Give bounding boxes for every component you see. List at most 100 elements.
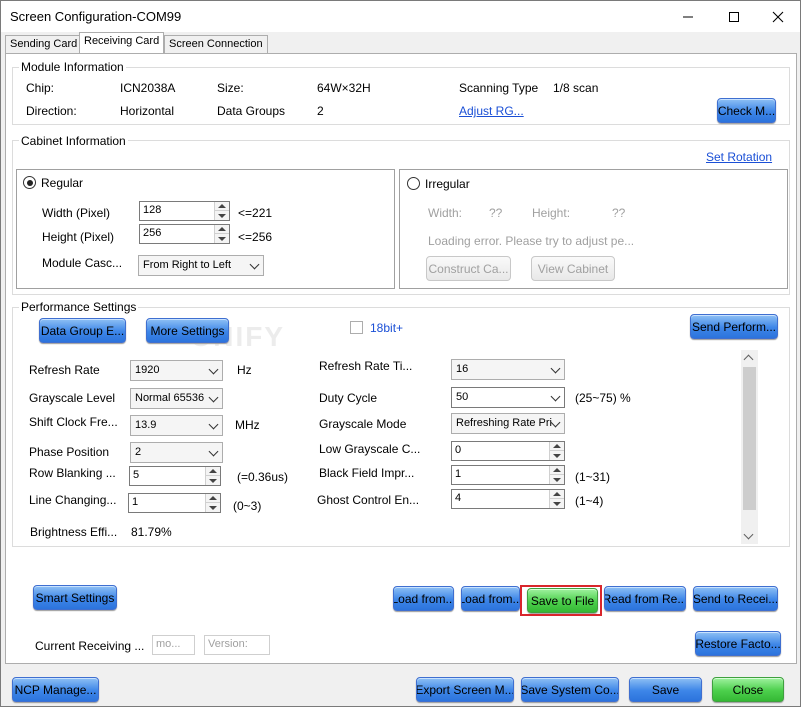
- title-bar: Screen Configuration-COM99: [1, 1, 800, 32]
- irregular-error-text: Loading error. Please try to adjust pe..…: [428, 234, 635, 248]
- ghost-control-label: Ghost Control En...: [317, 493, 420, 507]
- tab-receiving-card[interactable]: Receiving Card: [79, 32, 165, 53]
- chevron-down-icon: [550, 363, 561, 374]
- scroll-down-icon[interactable]: [743, 529, 754, 540]
- ghost-control-input[interactable]: 4: [451, 489, 565, 509]
- load-from-button-2[interactable]: Load from...: [461, 586, 520, 611]
- line-changing-spinner[interactable]: [205, 494, 220, 512]
- line-changing-note: (0~3): [233, 499, 262, 513]
- refresh-multiple-select[interactable]: 16: [451, 359, 565, 380]
- set-rotation-link[interactable]: Set Rotation: [706, 150, 772, 164]
- size-label: Size:: [217, 81, 244, 95]
- close-icon: [772, 11, 784, 22]
- ghost-control-spinner[interactable]: [549, 490, 564, 508]
- irregular-height-label: Height:: [532, 206, 571, 220]
- black-field-spinner[interactable]: [549, 466, 564, 484]
- data-group-button[interactable]: Data Group E...: [39, 318, 126, 343]
- regular-label: Regular: [41, 176, 84, 190]
- model-field[interactable]: mo...: [152, 635, 195, 655]
- row-blanking-input[interactable]: 5: [129, 466, 221, 486]
- scroll-up-icon[interactable]: [743, 354, 754, 365]
- black-field-note: (1~31): [575, 470, 611, 484]
- tab-screen-connection[interactable]: Screen Connection: [164, 35, 268, 53]
- adjust-rg-link[interactable]: Adjust RG...: [459, 104, 524, 118]
- module-info-title: Module Information: [19, 60, 126, 74]
- line-changing-input[interactable]: 1: [128, 493, 221, 513]
- save-button[interactable]: Save: [629, 677, 702, 702]
- view-cabinet-button[interactable]: View Cabinet: [531, 256, 615, 281]
- phase-position-label: Phase Position: [29, 445, 110, 459]
- width-pixel-input[interactable]: 128: [139, 201, 230, 221]
- tab-sending-card[interactable]: Sending Card: [5, 35, 83, 53]
- performance-title: Performance Settings: [19, 300, 139, 314]
- chevron-down-icon: [208, 419, 219, 430]
- low-grayscale-spinner[interactable]: [549, 442, 564, 460]
- height-spinner[interactable]: [214, 225, 229, 243]
- ncp-manage-button[interactable]: NCP Manage...: [12, 677, 99, 702]
- scanning-type-value: 1/8 scan: [553, 81, 599, 95]
- data-groups-value: 2: [317, 104, 324, 118]
- refresh-rate-unit: Hz: [237, 363, 252, 377]
- close-window-button[interactable]: [755, 1, 801, 32]
- low-grayscale-label: Low Grayscale C...: [319, 442, 421, 456]
- width-spinner[interactable]: [214, 202, 229, 220]
- low-grayscale-input[interactable]: 0: [451, 441, 565, 461]
- data-groups-label: Data Groups: [217, 104, 286, 118]
- version-field[interactable]: Version:: [204, 635, 270, 655]
- window-title: Screen Configuration-COM99: [10, 9, 182, 24]
- current-receiving-label: Current Receiving ...: [35, 639, 145, 653]
- black-field-input[interactable]: 1: [451, 465, 565, 485]
- line-changing-label: Line Changing...: [29, 493, 117, 507]
- read-from-receiving-button[interactable]: Read from Re...: [604, 586, 686, 611]
- smart-settings-button[interactable]: Smart Settings: [33, 585, 117, 610]
- duty-cycle-select[interactable]: 50: [451, 387, 565, 408]
- shift-clock-select[interactable]: 13.9: [130, 415, 223, 436]
- irregular-width-label: Width:: [428, 206, 463, 220]
- ghost-control-note: (1~4): [575, 494, 604, 508]
- restore-factory-button[interactable]: Restore Facto...: [695, 631, 781, 656]
- size-value: 64W×32H: [317, 81, 371, 95]
- send-to-receiving-button[interactable]: Send to Recei...: [693, 586, 778, 611]
- module-cascade-label: Module Casc...: [42, 256, 123, 270]
- row-blanking-note: (=0.36us): [237, 470, 289, 484]
- load-from-button-1[interactable]: Load from...: [393, 586, 454, 611]
- chevron-down-icon: [208, 392, 219, 403]
- chip-label: Chip:: [26, 81, 55, 95]
- refresh-rate-label: Refresh Rate: [29, 363, 100, 377]
- save-system-config-button[interactable]: Save System Co...: [521, 677, 619, 702]
- minimize-button[interactable]: [665, 1, 711, 32]
- more-settings-button[interactable]: More Settings: [146, 318, 229, 343]
- regular-radio[interactable]: [23, 176, 36, 189]
- height-max-label: <=256: [238, 230, 273, 244]
- irregular-radio[interactable]: [407, 177, 420, 190]
- export-screen-button[interactable]: Export Screen M...: [416, 677, 514, 702]
- row-blanking-label: Row Blanking ...: [29, 466, 116, 480]
- refresh-rate-select[interactable]: 1920: [130, 360, 223, 381]
- grayscale-level-select[interactable]: Normal 65536: [130, 388, 223, 409]
- 18bit-checkbox[interactable]: [350, 321, 363, 334]
- maximize-button[interactable]: [711, 1, 757, 32]
- phase-position-select[interactable]: 2: [130, 442, 223, 463]
- shift-clock-label: Shift Clock Fre...: [29, 415, 118, 429]
- performance-scrollbar[interactable]: [741, 350, 758, 544]
- construct-cabinet-button[interactable]: Construct Ca...: [426, 256, 511, 281]
- grayscale-mode-select[interactable]: Refreshing Rate Pri: [451, 413, 565, 434]
- module-cascade-select[interactable]: From Right to Left: [138, 255, 264, 276]
- chevron-down-icon: [550, 391, 561, 402]
- close-button[interactable]: Close: [712, 677, 784, 702]
- minimize-icon: [683, 16, 693, 17]
- check-module-button[interactable]: Check M...: [717, 98, 776, 123]
- scrollbar-thumb[interactable]: [743, 367, 756, 510]
- width-max-label: <=221: [238, 206, 273, 220]
- send-performance-button[interactable]: Send Perform...: [690, 314, 778, 339]
- direction-label: Direction:: [26, 104, 77, 118]
- save-to-file-highlight: [520, 585, 602, 616]
- 18bit-label: 18bit+: [370, 321, 404, 335]
- row-blanking-spinner[interactable]: [205, 467, 220, 485]
- chevron-down-icon: [208, 446, 219, 457]
- shift-clock-unit: MHz: [235, 418, 260, 432]
- scanning-type-label: Scanning Type: [459, 81, 539, 95]
- duty-cycle-label: Duty Cycle: [319, 391, 378, 405]
- refresh-multiple-label: Refresh Rate Ti...: [319, 359, 413, 373]
- height-pixel-input[interactable]: 256: [139, 224, 230, 244]
